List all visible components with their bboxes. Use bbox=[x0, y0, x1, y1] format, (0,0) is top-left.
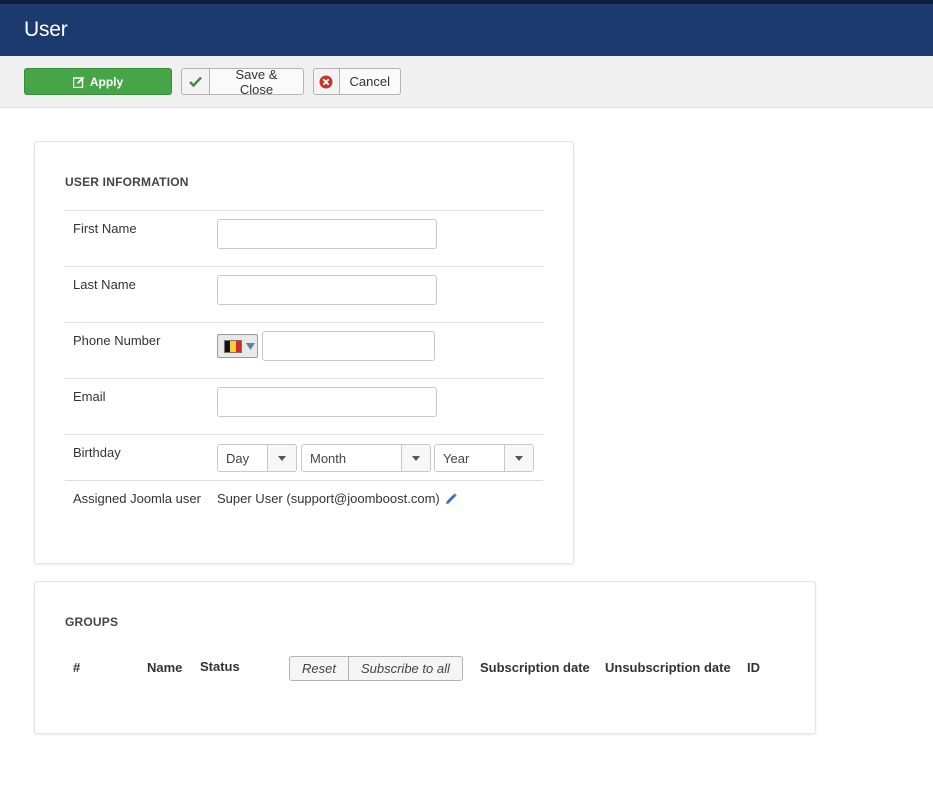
apply-button[interactable]: Apply bbox=[24, 68, 172, 95]
last-name-row: Last Name bbox=[65, 266, 543, 323]
save-close-label: Save & Close bbox=[235, 66, 278, 97]
user-information-heading: USER INFORMATION bbox=[65, 175, 189, 189]
column-header-unsubscription-date: Unsubscription date bbox=[605, 660, 731, 675]
email-input[interactable] bbox=[217, 387, 437, 417]
column-header-subscription-date: Subscription date bbox=[480, 660, 590, 675]
edit-icon bbox=[72, 76, 85, 88]
check-icon bbox=[182, 69, 210, 94]
birthday-month-select[interactable]: Month bbox=[301, 444, 431, 472]
groups-panel: GROUPS # Name Status Reset Subscribe to … bbox=[34, 581, 816, 734]
subscribe-to-all-button[interactable]: Subscribe to all bbox=[347, 657, 462, 680]
column-header-id: ID bbox=[747, 660, 760, 675]
caret-down-icon bbox=[401, 445, 430, 471]
email-row: Email bbox=[65, 378, 543, 435]
column-header-name: Name bbox=[147, 660, 183, 675]
joomla-user-text: Super User (support@joomboost.com) bbox=[217, 491, 440, 506]
birthday-year-select[interactable]: Year bbox=[434, 444, 534, 472]
email-label: Email bbox=[73, 389, 106, 404]
belgium-flag-icon bbox=[224, 339, 242, 353]
cancel-button[interactable]: Cancel bbox=[313, 68, 401, 95]
pencil-edit-icon[interactable] bbox=[445, 492, 457, 505]
user-information-panel: USER INFORMATION First Name Last Name Ph… bbox=[34, 141, 574, 564]
apply-label: Apply bbox=[89, 74, 124, 89]
birthday-row: Birthday Day Month Year bbox=[65, 434, 543, 481]
assigned-joomla-user-row: Assigned Joomla user Super User (support… bbox=[65, 480, 543, 521]
first-name-input[interactable] bbox=[217, 219, 437, 249]
toolbar: Apply Save & Close Cancel bbox=[0, 56, 933, 108]
caret-down-icon bbox=[504, 445, 533, 471]
phone-number-row: Phone Number bbox=[65, 322, 543, 379]
first-name-row: First Name bbox=[65, 210, 543, 267]
column-header-number: # bbox=[73, 660, 81, 675]
birthday-day-select[interactable]: Day bbox=[217, 444, 297, 472]
assigned-joomla-user-value: Super User (support@joomboost.com) bbox=[217, 491, 457, 506]
column-header-status: Status bbox=[200, 659, 240, 674]
assigned-joomla-user-label: Assigned Joomla user bbox=[73, 491, 201, 506]
save-close-button[interactable]: Save & Close bbox=[181, 66, 304, 97]
cancel-circle-icon bbox=[314, 69, 340, 94]
header-bar: User bbox=[0, 0, 933, 56]
birthday-label: Birthday bbox=[73, 445, 121, 460]
groups-heading: GROUPS bbox=[65, 615, 119, 629]
caret-down-icon bbox=[267, 445, 296, 471]
dropdown-arrow-icon bbox=[246, 342, 255, 350]
month-select-value: Month bbox=[310, 450, 347, 466]
last-name-label: Last Name bbox=[73, 277, 136, 292]
day-select-value: Day bbox=[226, 450, 250, 466]
year-select-value: Year bbox=[443, 450, 470, 466]
phone-number-input[interactable] bbox=[262, 331, 435, 361]
last-name-input[interactable] bbox=[217, 275, 437, 305]
first-name-label: First Name bbox=[73, 221, 137, 236]
country-code-selector[interactable] bbox=[217, 334, 258, 358]
status-action-buttons: Reset Subscribe to all bbox=[289, 656, 463, 681]
page-title: User bbox=[24, 18, 68, 41]
reset-button[interactable]: Reset bbox=[290, 657, 348, 680]
cancel-label: Cancel bbox=[349, 74, 390, 89]
phone-number-label: Phone Number bbox=[73, 333, 161, 348]
